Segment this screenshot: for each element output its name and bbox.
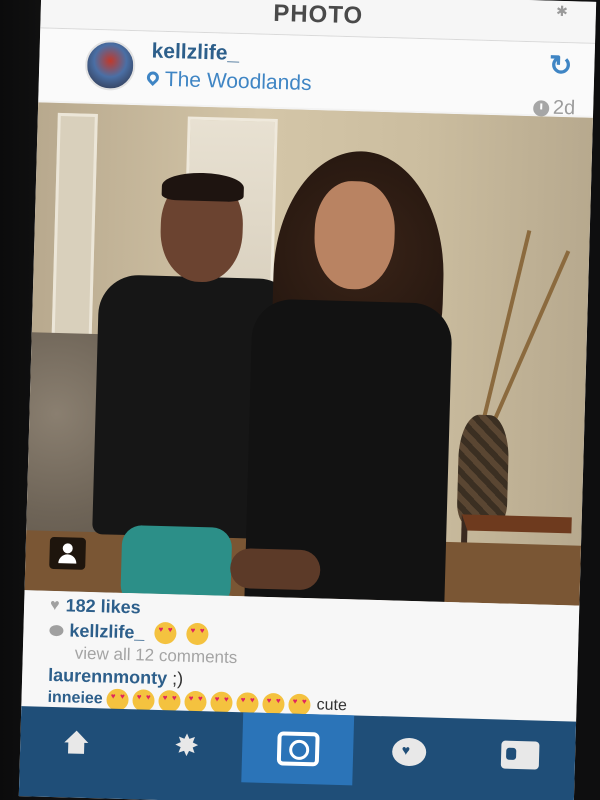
comment-bubble-icon — [49, 624, 64, 636]
profile-icon — [500, 740, 540, 770]
location-label: The Woodlands — [164, 67, 312, 95]
heart-icon: ♥ — [49, 596, 60, 614]
activity-icon — [391, 737, 427, 767]
heart-eyes-emoji — [186, 622, 209, 646]
person-tag-icon[interactable] — [49, 536, 87, 570]
refresh-icon[interactable]: ↻ — [548, 49, 573, 83]
comment-item: laurennmonty ;) — [48, 665, 184, 690]
photo-person-man — [80, 171, 300, 606]
likes-count: 182 likes — [65, 595, 141, 618]
post-location[interactable]: The Woodlands — [147, 67, 312, 96]
page-title: PHOTO — [272, 0, 364, 29]
phone-screen: PHOTO ✱ kellzlife_ The Woodlands ↻ 2d ♥ … — [18, 0, 597, 800]
tab-explore[interactable]: ✸ — [130, 709, 243, 782]
comment-text: cute — [316, 696, 348, 715]
tab-activity[interactable] — [352, 715, 465, 788]
photo-person-woman — [243, 148, 477, 606]
likes-row[interactable]: ♥ 182 likes — [50, 595, 141, 619]
comment-username[interactable]: inneiee — [47, 689, 103, 709]
caption-row: kellzlife_ — [49, 619, 209, 646]
bluetooth-icon: ✱ — [555, 2, 569, 20]
tab-camera[interactable] — [241, 712, 355, 786]
post-username[interactable]: kellzlife_ — [151, 40, 239, 66]
view-all-comments-link[interactable]: view all 12 comments — [75, 644, 238, 669]
post-photo[interactable] — [24, 102, 593, 606]
post-info: ♥ 182 likes kellzlife_ view all 12 comme… — [21, 590, 580, 726]
tab-profile[interactable] — [463, 719, 576, 792]
comment-text: ;) — [171, 668, 184, 689]
comment-username[interactable]: laurennmonty — [48, 665, 168, 688]
caption-username[interactable]: kellzlife_ — [69, 620, 145, 643]
pin-icon — [147, 71, 159, 87]
home-icon — [60, 730, 91, 755]
clock-icon — [532, 99, 550, 117]
photo-hands — [229, 547, 321, 591]
explore-icon: ✸ — [173, 728, 200, 763]
avatar[interactable] — [84, 39, 136, 92]
tab-home[interactable] — [19, 706, 132, 779]
camera-icon — [276, 731, 320, 767]
post-header: kellzlife_ The Woodlands ↻ 2d — [38, 28, 596, 119]
heart-eyes-emoji — [154, 621, 177, 645]
bottom-tab-bar: ✸ — [18, 706, 577, 800]
